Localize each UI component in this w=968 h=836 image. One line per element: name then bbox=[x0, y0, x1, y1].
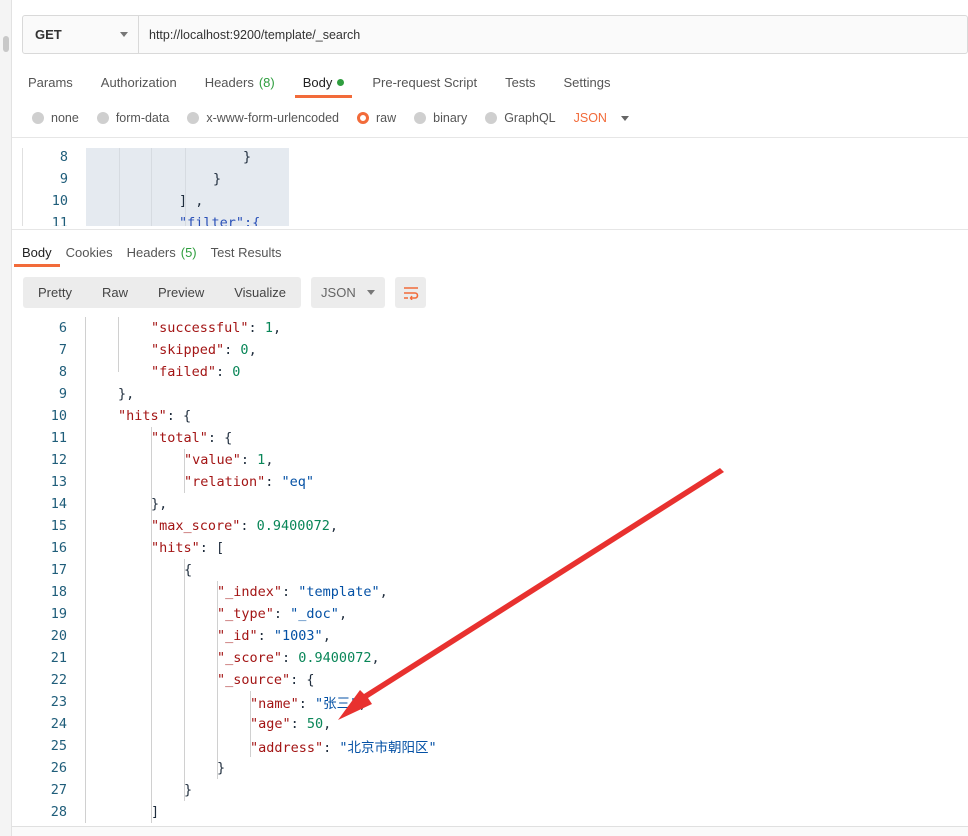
bottom-scrollbar[interactable] bbox=[12, 826, 968, 836]
red-arrow-annotation bbox=[338, 468, 724, 720]
postman-request-window: GET http://localhost:9200/template/_sear… bbox=[0, 0, 968, 836]
